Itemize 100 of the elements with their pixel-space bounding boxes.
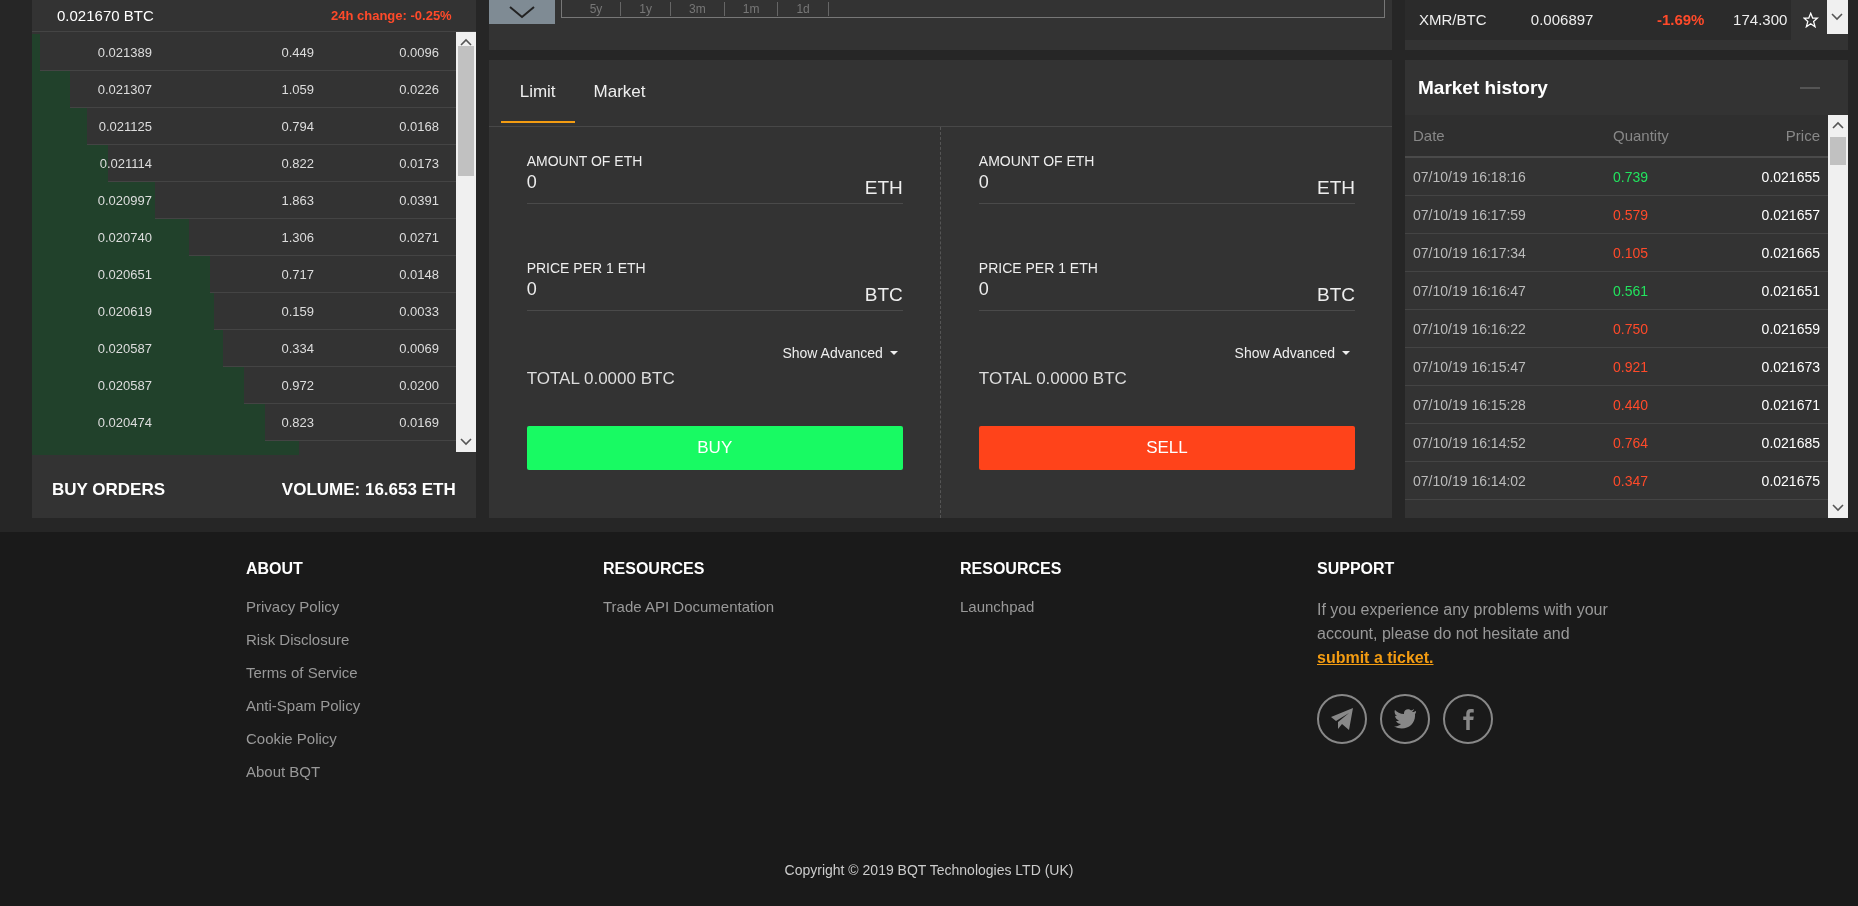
table-cell-text: 0.0096 [398, 44, 439, 60]
column-header: Quantity [1613, 127, 1670, 144]
table-cell-text: 0.020587 [96, 377, 152, 393]
panel-title: Market history [1418, 76, 1548, 99]
table-cell-text: 0.0033 [398, 303, 439, 319]
table-cell-text: 0.794 [280, 118, 314, 134]
price-input[interactable]: 0 [526, 279, 865, 310]
table-cell-text: 0.739 [1613, 168, 1650, 185]
column-header: Price [1784, 127, 1820, 144]
footer-link[interactable]: Cookie Policy [246, 730, 337, 747]
footer-link[interactable]: Risk Disclosure [246, 631, 350, 648]
table-cell-text: 0.021114 [98, 155, 152, 171]
table-cell-text: 0.021665 [1760, 244, 1820, 261]
table-cell-text: 0.021659 [1760, 320, 1820, 337]
social-button[interactable] [1380, 694, 1430, 744]
letter-f-icon [1462, 708, 1474, 730]
table-cell-text: 0.0168 [398, 118, 439, 134]
table-cell-text: 0.020997 [96, 192, 152, 208]
table-cell-text: 0.105 [1613, 244, 1650, 261]
table-cell-text: 07/10/19 16:16:22 [1413, 320, 1527, 337]
footer-link[interactable]: Anti-Spam Policy [246, 697, 361, 714]
table-cell-text: 0.021655 [1760, 168, 1820, 185]
table-cell-text: 0.0200 [398, 377, 439, 393]
order-type-tab[interactable]: Market [574, 62, 665, 123]
footer-link[interactable]: Privacy Policy [246, 598, 340, 615]
price-input[interactable]: 0 [978, 279, 1317, 310]
table-cell-text: 0.972 [280, 377, 314, 393]
table-cell-text: 07/10/19 16:17:34 [1413, 244, 1527, 261]
table-cell-text: 0.020740 [96, 229, 152, 245]
scroll-down-button[interactable] [1826, 0, 1848, 34]
table-cell-text: 0.159 [280, 303, 314, 319]
price-label: 0.006897 [1530, 0, 1618, 40]
unit-label: BTC [864, 284, 903, 307]
show-advanced-button[interactable]: Show Advanced [782, 345, 903, 361]
chevron-down-icon [1832, 504, 1844, 512]
change-label: -1.69% [1617, 0, 1705, 40]
scrollbar[interactable] [1828, 115, 1848, 518]
social-button[interactable] [1443, 694, 1493, 744]
chevron-down-icon [1831, 13, 1844, 21]
table-cell-text: 07/10/19 16:17:59 [1413, 206, 1527, 223]
footer-link[interactable]: About BQT [246, 763, 321, 780]
volume-label: VOLUME: 16.653 ETH [281, 480, 456, 500]
footer-link[interactable]: Launchpad [960, 598, 1035, 615]
table-cell-text: 0.020651 [96, 266, 152, 282]
scrollbar-thumb[interactable] [1830, 137, 1846, 165]
table-cell-text: 0.021657 [1760, 206, 1820, 223]
chevron-up-icon [1832, 121, 1844, 129]
table-cell-text: 0.021673 [1760, 358, 1820, 375]
field-label: AMOUNT OF ETH [526, 153, 644, 169]
table-cell-text: 0.021125 [97, 118, 152, 134]
show-advanced-button[interactable]: Show Advanced [1234, 345, 1355, 361]
footer-link[interactable]: Trade API Documentation [603, 598, 775, 615]
table-cell-text: 0.021685 [1760, 434, 1820, 451]
support-text: If you experience any problems with your account, please do not hesitate and submit a ticket. [1317, 600, 1609, 668]
footer-link[interactable]: Terms of Service [246, 664, 358, 681]
unit-label: BTC [1317, 284, 1355, 307]
table-cell-text: 0.0169 [398, 414, 439, 430]
field-label: PRICE PER 1 ETH [978, 260, 1099, 276]
table-cell-text: 07/10/19 16:15:28 [1413, 396, 1527, 413]
total-label: TOTAL 0.0000 BTC [526, 369, 676, 389]
footer-heading: RESOURCES [960, 560, 1062, 578]
unit-label: ETH [864, 177, 903, 200]
table-cell-text: 0.440 [1613, 396, 1650, 413]
amount-input[interactable]: 0 [526, 172, 865, 203]
table-cell-text: 0.021671 [1760, 396, 1820, 413]
chevron-down-icon [459, 438, 472, 446]
table-cell-text: 0.021651 [1760, 282, 1820, 299]
copyright-text: Copyright © 2019 BQT Technologies LTD (UK) [783, 862, 1075, 878]
social-button[interactable] [1317, 694, 1367, 744]
ticker-row[interactable]: XMR/BTC 0.006897 -1.69% 174.300 [1405, 0, 1848, 50]
table-cell-text: 1.863 [280, 192, 314, 208]
scrollbar-thumb[interactable] [457, 46, 474, 176]
collapse-button[interactable] [488, 0, 555, 24]
table-cell-text: 0.0391 [398, 192, 439, 208]
chevron-down-icon [507, 5, 536, 19]
footer-heading: ABOUT [246, 560, 303, 578]
pair-label: XMR/BTC [1405, 0, 1531, 40]
amount-input[interactable]: 0 [978, 172, 1317, 203]
caret-down-icon [889, 350, 898, 356]
table-cell-text: 07/10/19 16:14:02 [1413, 472, 1527, 489]
table-cell-text: 0.021675 [1760, 472, 1820, 489]
table-cell-text: 0.561 [1613, 282, 1650, 299]
scrollbar[interactable] [455, 32, 476, 452]
footer-heading: SUPPORT [1317, 560, 1395, 578]
table-cell-text: 0.449 [280, 44, 314, 60]
sell-button[interactable]: SELL [978, 426, 1355, 470]
table-cell-text: 0.021389 [96, 44, 152, 60]
table-cell-text: 0.021307 [96, 81, 152, 97]
table-cell-text: 0.020474 [96, 414, 152, 430]
column-header: Date [1413, 127, 1446, 144]
table-cell-text: 0.0271 [398, 229, 439, 245]
order-type-tab[interactable]: Limit [500, 62, 575, 123]
unit-label: ETH [1317, 177, 1355, 200]
ticket-link[interactable]: submit a ticket. [1317, 649, 1434, 666]
table-cell-text: 0.334 [280, 340, 314, 356]
table-cell-text: 0.0148 [398, 266, 439, 282]
table-cell-text: 0.579 [1613, 206, 1650, 223]
total-label: TOTAL 0.0000 BTC [978, 369, 1128, 389]
table-cell-text: 0.020619 [96, 303, 152, 319]
table-cell-text: 0.0226 [398, 81, 439, 97]
